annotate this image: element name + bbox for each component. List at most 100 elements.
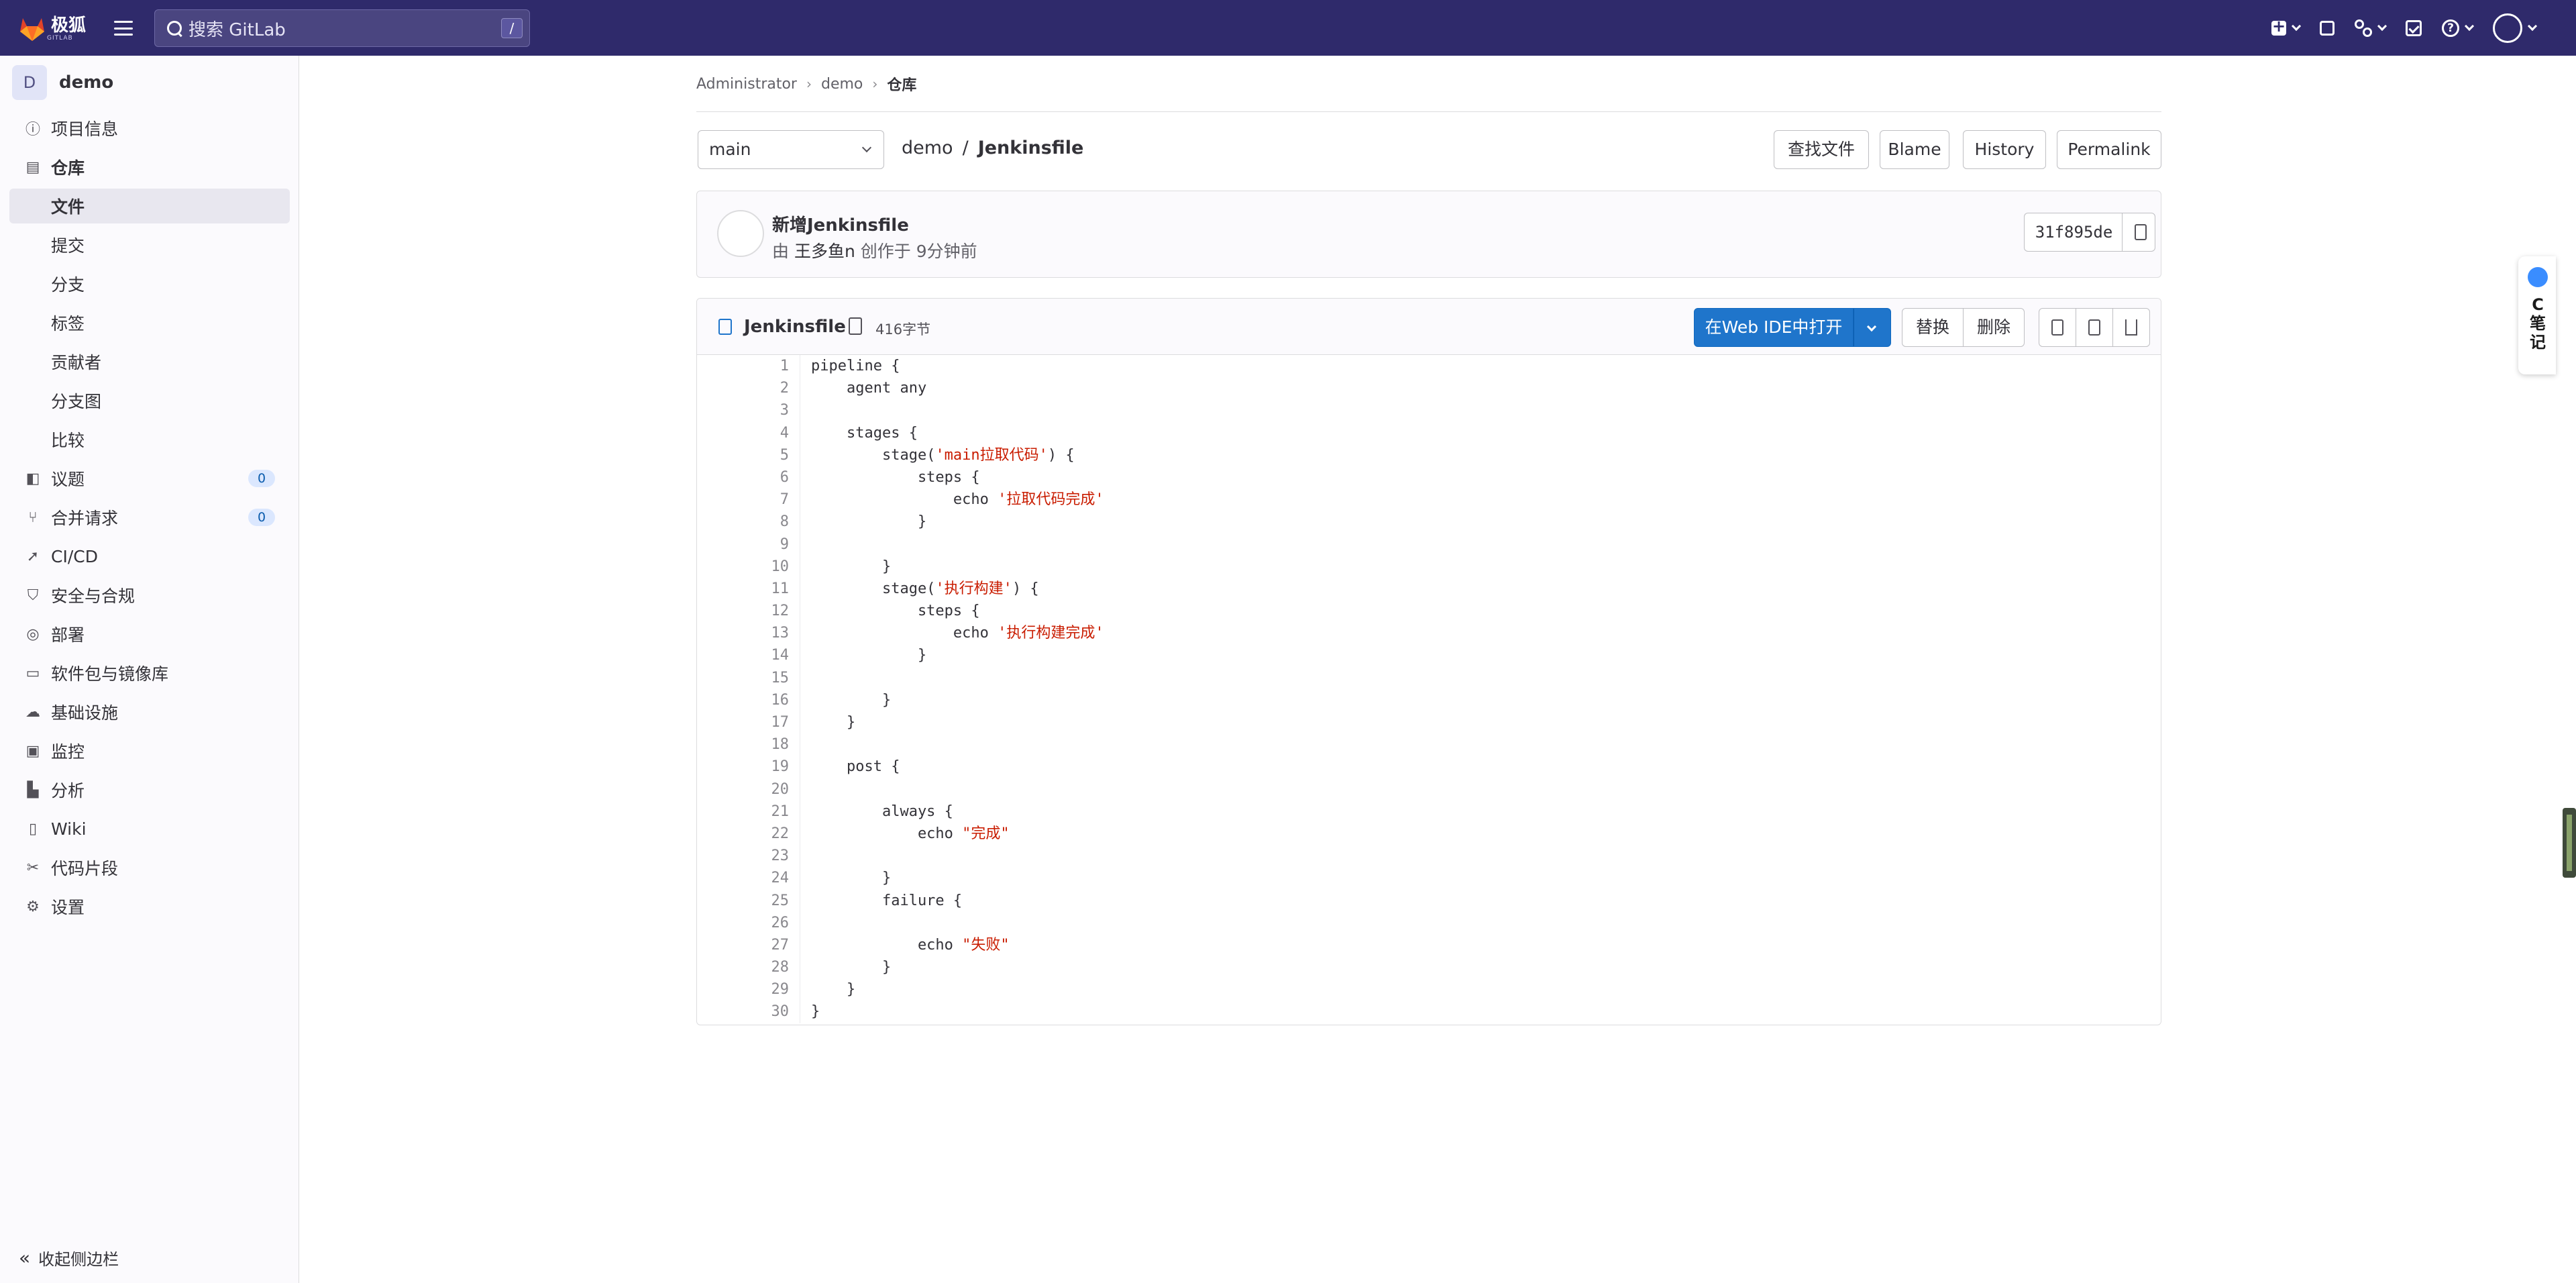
- line-number[interactable]: 7: [697, 489, 800, 511]
- line-number[interactable]: 26: [697, 911, 800, 934]
- sidebar-item-branches[interactable]: 分支: [9, 266, 290, 301]
- line-number[interactable]: 15: [697, 666, 800, 689]
- code-line: 28 }: [697, 956, 2161, 979]
- help-dropdown[interactable]: ?: [2442, 11, 2475, 46]
- sidebar-item-tags[interactable]: 标签: [9, 305, 290, 340]
- user-menu[interactable]: [2493, 11, 2538, 46]
- search-input[interactable]: 搜索 GitLab /: [154, 9, 530, 47]
- line-number[interactable]: 2: [697, 377, 800, 400]
- commit-title[interactable]: 新增Jenkinsfile: [772, 211, 909, 236]
- copy-icon: [2135, 224, 2147, 240]
- line-number[interactable]: 23: [697, 845, 800, 868]
- line-number[interactable]: 14: [697, 644, 800, 667]
- replace-button[interactable]: 替换: [1902, 308, 1964, 347]
- copy-sha-button[interactable]: [2122, 213, 2155, 252]
- sidebar-item-settings[interactable]: ⚙ 设置: [9, 889, 290, 924]
- sidebar-item-monitor[interactable]: ▣ 监控: [9, 733, 290, 768]
- open-web-ide-button[interactable]: 在Web IDE中打开: [1694, 308, 1854, 347]
- line-number[interactable]: 24: [697, 867, 800, 890]
- line-number[interactable]: 10: [697, 555, 800, 578]
- line-number[interactable]: 6: [697, 466, 800, 489]
- new-item-dropdown[interactable]: [2271, 11, 2302, 46]
- line-number[interactable]: 27: [697, 933, 800, 957]
- line-code: }: [811, 558, 892, 575]
- sidebar-item-graph[interactable]: 分支图: [9, 383, 290, 418]
- commit-author-link[interactable]: 王多鱼n: [794, 242, 855, 261]
- scrollbar-thumb[interactable]: [2563, 808, 2576, 878]
- open-ide-dropdown-toggle[interactable]: [1854, 308, 1891, 347]
- sidebar-item-project-info[interactable]: ⓘ 项目信息: [9, 111, 290, 146]
- line-number[interactable]: 22: [697, 822, 800, 845]
- sidebar-item-packages[interactable]: ▭ 软件包与镜像库: [9, 656, 290, 690]
- line-number[interactable]: 25: [697, 889, 800, 912]
- breadcrumb-current[interactable]: 仓库: [887, 73, 916, 95]
- sidebar-item-cicd[interactable]: ➚ CI/CD: [9, 539, 290, 574]
- line-number[interactable]: 9: [697, 533, 800, 556]
- sidebar-item-files[interactable]: 文件: [9, 189, 290, 223]
- menu-icon[interactable]: [111, 17, 136, 39]
- line-number[interactable]: 17: [697, 711, 800, 734]
- delete-button[interactable]: 删除: [1963, 308, 2025, 347]
- plus-square-icon: [2271, 17, 2286, 36]
- line-number[interactable]: 29: [697, 978, 800, 1001]
- line-number[interactable]: 16: [697, 688, 800, 711]
- line-code: stage('main拉取代码') {: [800, 444, 1075, 466]
- line-number[interactable]: 30: [697, 1000, 800, 1023]
- sidebar-item-label: 基础设施: [51, 703, 119, 723]
- blame-button[interactable]: Blame: [1880, 130, 1949, 169]
- permalink-button[interactable]: Permalink: [2057, 130, 2161, 169]
- breadcrumb-link-demo[interactable]: demo: [821, 76, 863, 93]
- sidebar-item-infrastructure[interactable]: ☁ 基础设施: [9, 695, 290, 729]
- todos-shortcut[interactable]: [2406, 11, 2422, 46]
- line-number[interactable]: 1: [697, 355, 800, 378]
- notes-widget[interactable]: C笔记: [2518, 256, 2556, 374]
- line-number[interactable]: 11: [697, 577, 800, 601]
- copy-file-path-icon[interactable]: [849, 317, 862, 335]
- sidebar-item-analytics[interactable]: ▙ 分析: [9, 772, 290, 807]
- sidebar-item-security[interactable]: ⛉ 安全与合规: [9, 578, 290, 613]
- line-number[interactable]: 21: [697, 800, 800, 823]
- code-token: stage(: [811, 446, 936, 464]
- sidebar-item-repository[interactable]: ▤ 仓库: [9, 150, 290, 185]
- sidebar-item-contributors[interactable]: 贡献者: [9, 344, 290, 379]
- scissors-icon: ✂: [26, 859, 40, 876]
- line-number[interactable]: 28: [697, 956, 800, 979]
- line-number[interactable]: 8: [697, 511, 800, 533]
- line-number[interactable]: 12: [697, 600, 800, 623]
- sidebar-item-snippets[interactable]: ✂ 代码片段: [9, 850, 290, 885]
- issues-shortcut[interactable]: [2320, 11, 2334, 46]
- commit-sha-button[interactable]: 31f895de: [2024, 213, 2123, 252]
- breadcrumb-link-administrator[interactable]: Administrator: [696, 76, 797, 93]
- path-root-link[interactable]: demo: [902, 138, 953, 158]
- branch-selector[interactable]: main: [698, 130, 884, 169]
- download-button[interactable]: [2112, 308, 2150, 347]
- code-line: 17 }: [697, 711, 2161, 734]
- line-number[interactable]: 19: [697, 756, 800, 778]
- sidebar-item-deployments[interactable]: ◎ 部署: [9, 617, 290, 652]
- merge-requests-dropdown[interactable]: [2355, 11, 2387, 46]
- code-line: 20: [697, 778, 2161, 801]
- sidebar-item-merge-requests[interactable]: ⑂ 合并请求 0: [9, 500, 290, 535]
- project-header[interactable]: D demo: [12, 65, 113, 100]
- collapse-sidebar-button[interactable]: « 收起侧边栏: [19, 1246, 119, 1270]
- copy-contents-button[interactable]: [2039, 308, 2076, 347]
- find-file-button[interactable]: 查找文件: [1774, 130, 1869, 169]
- code-line: 1 pipeline {: [697, 355, 2161, 378]
- line-number[interactable]: 3: [697, 399, 800, 422]
- line-code: always {: [811, 803, 953, 820]
- code-string-token: '执行构建': [935, 580, 1012, 597]
- line-number[interactable]: 13: [697, 622, 800, 645]
- line-number[interactable]: 18: [697, 733, 800, 756]
- gitlab-logo[interactable]: 极狐 GITLAB: [17, 13, 91, 44]
- avatar[interactable]: [717, 210, 764, 257]
- line-number[interactable]: 5: [697, 444, 800, 466]
- sidebar-item-wiki[interactable]: ▯ Wiki: [9, 811, 290, 846]
- history-button[interactable]: History: [1963, 130, 2046, 169]
- line-number[interactable]: 4: [697, 421, 800, 444]
- sidebar-item-issues[interactable]: ◧ 议题 0: [9, 461, 290, 496]
- open-raw-button[interactable]: [2076, 308, 2113, 347]
- sidebar-item-commits[interactable]: 提交: [9, 227, 290, 262]
- line-number[interactable]: 20: [697, 778, 800, 801]
- sidebar-item-compare[interactable]: 比较: [9, 422, 290, 457]
